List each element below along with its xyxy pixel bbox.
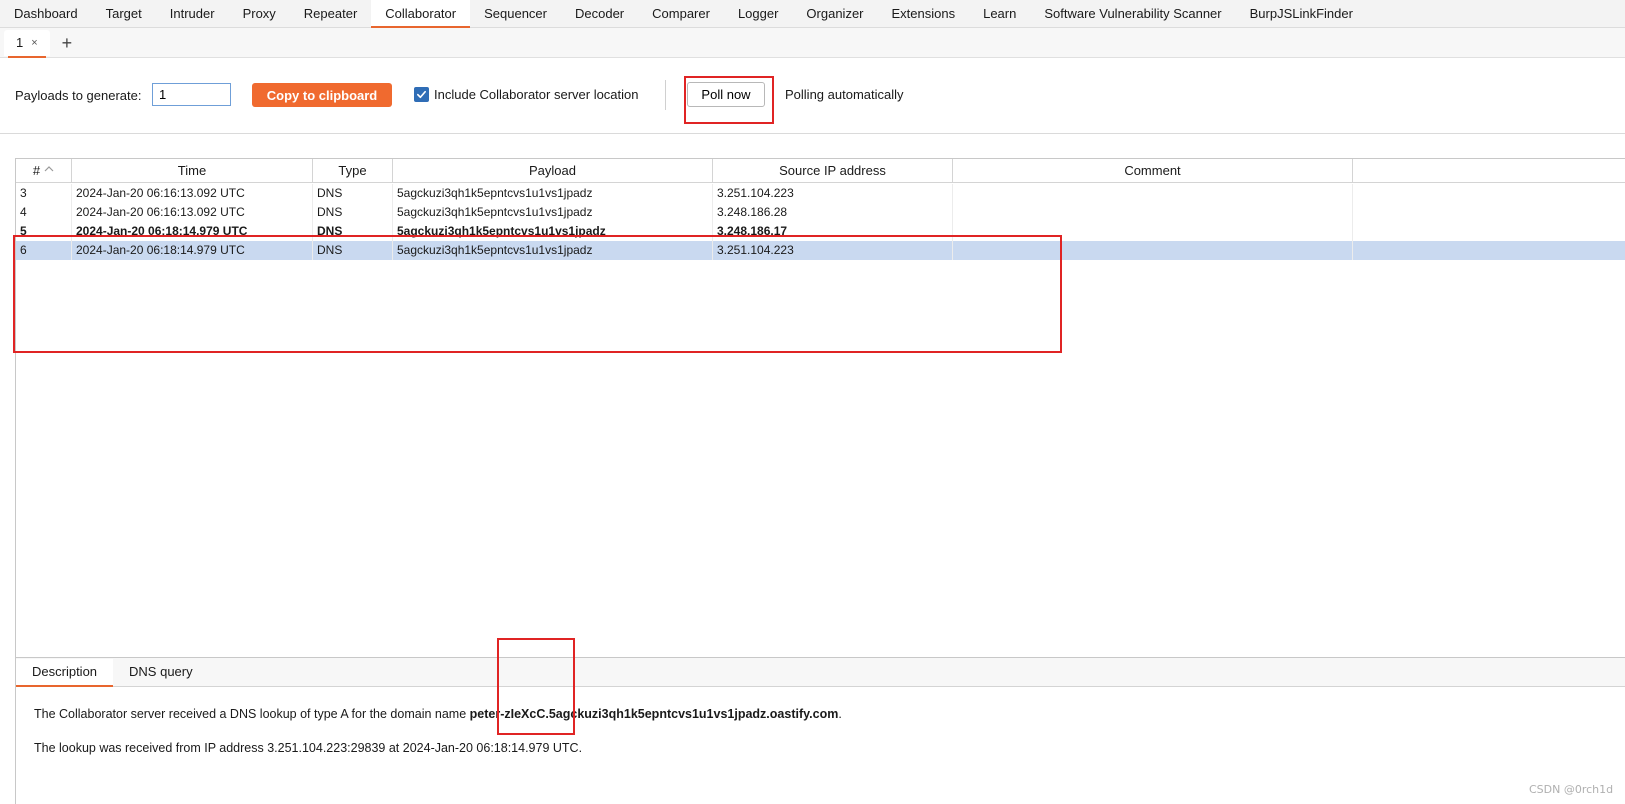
column-header-number[interactable]: # (16, 159, 72, 183)
copy-to-clipboard-button[interactable]: Copy to clipboard (252, 83, 392, 107)
column-header-payload[interactable]: Payload (393, 159, 713, 183)
table-header: # Time Type Payload Source IP address Co… (16, 159, 1625, 183)
table-row[interactable]: 3 2024-Jan-20 06:16:13.092 UTC DNS 5agck… (16, 184, 1625, 203)
include-server-location-label[interactable]: Include Collaborator server location (434, 87, 639, 102)
cell-payload: 5agckuzi3qh1k5epntcvs1u1vs1jpadz (393, 203, 713, 222)
cell-payload: 5agckuzi3qh1k5epntcvs1u1vs1jpadz (393, 222, 713, 241)
description-line-source-ip: The lookup was received from IP address … (34, 741, 583, 755)
description-suffix: . (838, 707, 842, 721)
tab-sequencer[interactable]: Sequencer (470, 0, 561, 27)
include-server-location-checkbox[interactable] (414, 87, 429, 102)
cell-source-ip: 3.248.186.28 (713, 203, 953, 222)
tab-organizer[interactable]: Organizer (792, 0, 877, 27)
cell-payload: 5agckuzi3qh1k5epntcvs1u1vs1jpadz (393, 241, 713, 260)
collaborator-controls: Payloads to generate: Copy to clipboard … (0, 58, 1625, 134)
description-line-dns-lookup: The Collaborator server received a DNS l… (34, 707, 842, 721)
interaction-detail-panel: Description DNS query The Collaborator s… (15, 658, 1625, 804)
tab-logger[interactable]: Logger (724, 0, 792, 27)
interactions-table: # Time Type Payload Source IP address Co… (15, 158, 1625, 658)
tab-description[interactable]: Description (16, 659, 114, 687)
tab-burpjslinkfinder[interactable]: BurpJSLinkFinder (1236, 0, 1367, 27)
cell-type: DNS (313, 222, 393, 241)
cell-time: 2024-Jan-20 06:16:13.092 UTC (72, 184, 313, 203)
payloads-count-input[interactable] (152, 83, 231, 106)
description-prefix: The Collaborator server received a DNS l… (34, 707, 470, 721)
table-body: 3 2024-Jan-20 06:16:13.092 UTC DNS 5agck… (16, 184, 1625, 260)
close-icon[interactable]: × (31, 37, 37, 49)
cell-number: 3 (16, 184, 72, 203)
tab-target[interactable]: Target (92, 0, 156, 27)
subtab-label: 1 (16, 35, 24, 50)
polling-status-text: Polling automatically (785, 87, 904, 102)
tab-decoder[interactable]: Decoder (561, 0, 638, 27)
queried-domain: peter-zIeXcC.5agckuzi3qh1k5epntcvs1u1vs1… (469, 707, 839, 721)
tab-dashboard[interactable]: Dashboard (0, 0, 92, 27)
column-header-comment[interactable]: Comment (953, 159, 1353, 183)
sort-ascending-icon (44, 159, 54, 183)
cell-type: DNS (313, 241, 393, 260)
tab-intruder[interactable]: Intruder (156, 0, 229, 27)
cell-source-ip: 3.251.104.223 (713, 241, 953, 260)
tab-comparer[interactable]: Comparer (638, 0, 724, 27)
cell-payload: 5agckuzi3qh1k5epntcvs1u1vs1jpadz (393, 184, 713, 203)
column-header-time[interactable]: Time (72, 159, 313, 183)
table-row[interactable]: 6 2024-Jan-20 06:18:14.979 UTC DNS 5agck… (16, 241, 1625, 260)
column-header-type[interactable]: Type (313, 159, 393, 183)
tab-repeater[interactable]: Repeater (290, 0, 371, 27)
tab-proxy[interactable]: Proxy (229, 0, 290, 27)
cell-comment (953, 184, 1353, 203)
watermark-text: CSDN @0rch1d (1529, 783, 1614, 796)
tab-dns-query[interactable]: DNS query (113, 659, 209, 685)
cell-type: DNS (313, 203, 393, 222)
detail-tab-bar: Description DNS query (16, 658, 1625, 687)
payloads-to-generate-label: Payloads to generate: (15, 88, 142, 103)
cell-comment (953, 203, 1353, 222)
tab-software-vulnerability-scanner[interactable]: Software Vulnerability Scanner (1030, 0, 1235, 27)
table-row[interactable]: 5 2024-Jan-20 06:18:14.979 UTC DNS 5agck… (16, 222, 1625, 241)
cell-time: 2024-Jan-20 06:18:14.979 UTC (72, 222, 313, 241)
cell-comment (953, 241, 1353, 260)
cell-number: 4 (16, 203, 72, 222)
cell-time: 2024-Jan-20 06:16:13.092 UTC (72, 203, 313, 222)
cell-type: DNS (313, 184, 393, 203)
tab-collaborator[interactable]: Collaborator (371, 0, 471, 28)
tab-extensions[interactable]: Extensions (878, 0, 970, 27)
collaborator-subtab-bar: 1 × + (0, 28, 1625, 58)
cell-source-ip: 3.251.104.223 (713, 184, 953, 203)
cell-time: 2024-Jan-20 06:18:14.979 UTC (72, 241, 313, 260)
tool-tab-bar: Dashboard Target Intruder Proxy Repeater… (0, 0, 1625, 28)
column-label: # (32, 163, 41, 178)
subtab-1[interactable]: 1 × (4, 29, 50, 58)
toolbar-divider (665, 80, 666, 110)
column-header-source-ip[interactable]: Source IP address (713, 159, 953, 183)
tab-learn[interactable]: Learn (969, 0, 1030, 27)
cell-number: 5 (16, 222, 72, 241)
cell-number: 6 (16, 241, 72, 260)
checkmark-icon (417, 90, 426, 99)
cell-source-ip: 3.248.186.17 (713, 222, 953, 241)
cell-comment (953, 222, 1353, 241)
table-row[interactable]: 4 2024-Jan-20 06:16:13.092 UTC DNS 5agck… (16, 203, 1625, 222)
poll-now-button[interactable]: Poll now (687, 82, 765, 107)
add-tab-plus-icon[interactable]: + (62, 30, 73, 56)
